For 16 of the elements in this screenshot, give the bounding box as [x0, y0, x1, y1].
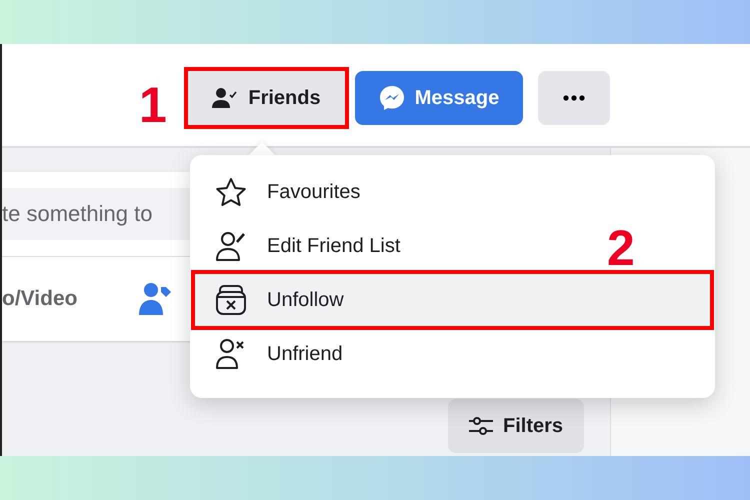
photo-video-label[interactable]: o/Video — [2, 287, 78, 311]
person-check-icon — [212, 87, 238, 109]
menu-item[interactable]: Unfriend — [195, 328, 361, 380]
filter-icon — [468, 416, 493, 436]
menu-item[interactable]: Unfollow — [195, 274, 710, 326]
annotation-number: 2 — [607, 223, 635, 273]
filters-button[interactable]: Filters — [448, 399, 584, 453]
messenger-icon — [378, 85, 405, 111]
person-pencil-icon — [215, 230, 247, 262]
box-x-icon — [215, 284, 247, 316]
message-button[interactable]: Message — [355, 71, 523, 125]
person-tag-icon[interactable] — [139, 281, 174, 317]
more-icon — [563, 95, 585, 101]
friends-button[interactable]: Friends — [188, 71, 345, 125]
star-icon — [215, 177, 247, 207]
annotation-number: 1 — [139, 80, 167, 130]
